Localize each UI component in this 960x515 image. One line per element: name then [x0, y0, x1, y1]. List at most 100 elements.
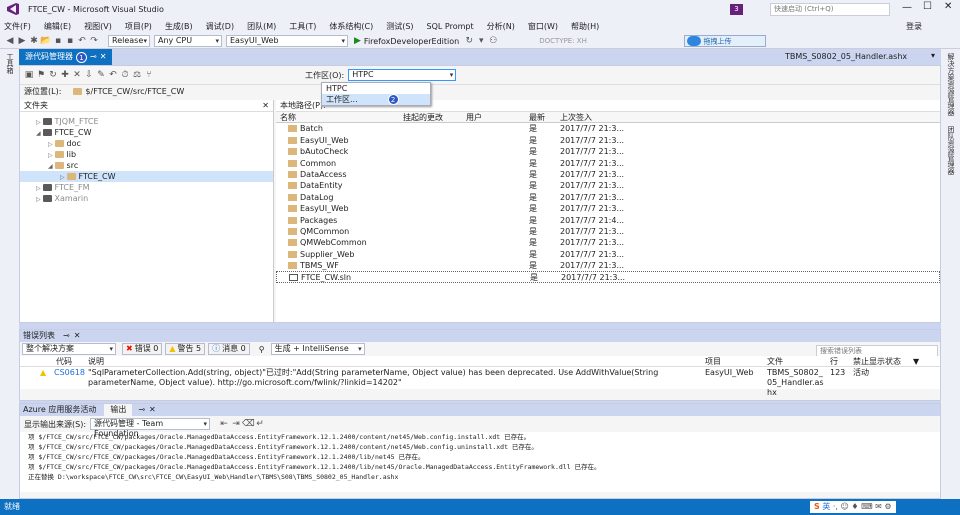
browser-link-icon[interactable]: ⚇ [487, 35, 499, 47]
menu-sql-prompt[interactable]: SQL Prompt [427, 22, 474, 31]
expand-arrow-icon[interactable]: ▷ [36, 119, 43, 126]
menu-edit[interactable]: 编辑(E) [44, 21, 71, 32]
file-row[interactable]: Batch 是 2017/7/7 21:3... [276, 123, 940, 134]
err-col-file[interactable]: 文件 [767, 356, 783, 367]
delete-icon[interactable]: ✕ [71, 69, 83, 81]
forward-icon[interactable]: ▶ [16, 35, 28, 47]
tree-item[interactable]: ▷ FTCE_FM [20, 182, 273, 193]
menu-analyze[interactable]: 分析(N) [487, 21, 515, 32]
tree-item[interactable]: ▷ lib [20, 149, 273, 160]
tree-item[interactable]: ▷ TJQM_FTCE [20, 116, 273, 127]
notification-icon[interactable]: 3 [730, 4, 743, 15]
run-target[interactable]: FirefoxDeveloperEdition [364, 37, 459, 46]
save-icon[interactable]: ▪ [52, 35, 64, 47]
expand-arrow-icon[interactable]: ▷ [36, 196, 43, 203]
workspace-select[interactable]: HTPC [348, 69, 457, 81]
build-filter-select[interactable]: 生成 + IntelliSense [270, 343, 365, 355]
messages-filter-button[interactable]: ⓘ 消息 0 [208, 343, 250, 355]
expand-arrow-icon[interactable]: ▷ [48, 141, 55, 148]
file-row[interactable]: QMWebCommon 是 2017/7/7 21:3... [276, 237, 940, 248]
tab-source-control-explorer[interactable]: 源代码管理器 1 ⊸ ✕ [19, 49, 113, 65]
err-col-line[interactable]: 行 [830, 356, 838, 367]
error-scope-select[interactable]: 整个解决方案 [22, 343, 116, 355]
col-pending[interactable]: 挂起的更改 [403, 112, 443, 123]
file-row[interactable]: TBMS_WF 是 2017/7/7 21:3... [276, 260, 940, 271]
tab-dropdown-icon[interactable]: ▾ [931, 51, 935, 60]
col-last-checkin[interactable]: 上次签入 [560, 112, 592, 123]
error-row[interactable]: ▲ CS0618 "SqlParameterCollection.Add(str… [20, 367, 940, 397]
col-latest[interactable]: 最新 [529, 112, 545, 123]
new-project-icon[interactable]: ✱ [28, 35, 40, 47]
toolbox-tab[interactable]: 工具箱 [5, 53, 15, 74]
menu-architecture[interactable]: 体系结构(C) [329, 21, 373, 32]
output-close-icon[interactable]: ✕ [149, 404, 156, 416]
menu-window[interactable]: 窗口(W) [528, 21, 558, 32]
expand-arrow-icon[interactable]: ◢ [36, 130, 43, 137]
pin-icon[interactable]: ⊸ [90, 49, 97, 65]
workspace-option-manage[interactable]: 工作区... 2 [322, 94, 430, 105]
compare-icon[interactable]: ⚖ [131, 69, 143, 81]
col-name[interactable]: 名称 [280, 112, 296, 123]
menu-file[interactable]: 文件(F) [4, 21, 31, 32]
file-row[interactable]: Supplier_Web 是 2017/7/7 21:3... [276, 249, 940, 260]
undo-pending-icon[interactable]: ↶ [107, 69, 119, 81]
error-code[interactable]: CS0618 [54, 368, 85, 378]
startup-project-select[interactable]: EasyUI_Web [226, 35, 348, 47]
file-row[interactable]: DataAccess 是 2017/7/7 21:3... [276, 169, 940, 180]
close-button[interactable]: ✕ [944, 1, 952, 12]
upload-button[interactable]: 拖拽上传 [684, 35, 766, 47]
back-icon[interactable]: ◀ [4, 35, 16, 47]
solution-explorer-tab[interactable]: 解决方案资源管理器 [946, 53, 956, 116]
file-row[interactable]: bAutoCheck 是 2017/7/7 21:3... [276, 146, 940, 157]
col-user[interactable]: 用户 [466, 112, 482, 123]
config-select[interactable]: Release [108, 35, 150, 47]
branch-icon[interactable]: ⑂ [143, 69, 155, 81]
run-icon[interactable]: ▶ [354, 36, 361, 46]
open-file-tab[interactable]: TBMS_S0802_05_Handler.ashx [785, 52, 907, 61]
team-explorer-tab[interactable]: 团队资源管理器 [946, 126, 956, 175]
doctype-select[interactable]: DOCTYPE: XH [539, 37, 587, 45]
err-col-project[interactable]: 项目 [705, 356, 721, 367]
menu-build[interactable]: 生成(B) [165, 21, 193, 32]
tab-close-icon[interactable]: ✕ [100, 49, 107, 65]
tree-item[interactable]: ▷ doc [20, 138, 273, 149]
file-row[interactable]: QMCommon 是 2017/7/7 21:3... [276, 226, 940, 237]
output-wrap-icon[interactable]: ↵ [254, 418, 266, 430]
undo-icon[interactable]: ↶ [76, 35, 88, 47]
tree-item[interactable]: ▷ FTCE_CW [20, 171, 273, 182]
errors-filter-button[interactable]: ✖ 错误 0 [122, 343, 163, 355]
menu-view[interactable]: 视图(V) [84, 21, 112, 32]
output-goto-icon[interactable]: ⇥ [230, 418, 242, 430]
tab-output[interactable]: 输出 [104, 404, 133, 416]
output-source-select[interactable]: 源代码管理 - Team Foundation [90, 418, 211, 438]
login-link[interactable]: 登录 [906, 21, 922, 32]
maximize-button[interactable]: ☐ [923, 1, 932, 12]
menu-debug[interactable]: 调试(D) [206, 21, 234, 32]
output-text[interactable]: 项 $/FTCE_CW/src/FTCE_CW/packages/Oracle.… [20, 432, 940, 492]
output-pin-icon[interactable]: ⊸ [138, 404, 145, 416]
tree-item[interactable]: ◢ src [20, 160, 273, 171]
save-all-icon[interactable]: ▪ [64, 35, 76, 47]
file-row[interactable]: DataLog 是 2017/7/7 21:3... [276, 192, 940, 203]
ime-widget[interactable]: S 英 ·, ☺ ♦ ⌨ ✉ ⚙ [810, 501, 896, 513]
open-icon[interactable]: 📂 [40, 35, 52, 47]
file-row[interactable]: DataEntity 是 2017/7/7 21:3... [276, 180, 940, 191]
get-latest-icon[interactable]: ⇩ [83, 69, 95, 81]
err-col-desc[interactable]: 说明 [88, 356, 104, 367]
menu-team[interactable]: 团队(M) [247, 21, 276, 32]
platform-select[interactable]: Any CPU [154, 35, 222, 47]
new-folder-icon[interactable]: ▣ [23, 69, 35, 81]
refresh-icon[interactable]: ↻ [463, 35, 475, 47]
err-col-status[interactable]: 禁止显示状态 [853, 356, 901, 367]
redo-icon[interactable]: ↷ [88, 35, 100, 47]
tree-item[interactable]: ◢ FTCE_CW [20, 127, 273, 138]
err-col-code[interactable]: 代码 [56, 356, 72, 367]
file-row[interactable]: Common 是 2017/7/7 21:3... [276, 158, 940, 169]
quick-launch-input[interactable]: 快速启动 (Ctrl+Q) [770, 3, 890, 16]
toolbar-more-icon[interactable]: ▾ [475, 35, 487, 47]
menu-project[interactable]: 项目(P) [125, 21, 152, 32]
warnings-filter-button[interactable]: ▲ 警告 5 [165, 343, 206, 355]
tree-item[interactable]: ▷ Xamarin [20, 193, 273, 204]
file-row[interactable]: EasyUI_Web 是 2017/7/7 21:3... [276, 203, 940, 214]
expand-arrow-icon[interactable]: ▷ [48, 152, 55, 159]
